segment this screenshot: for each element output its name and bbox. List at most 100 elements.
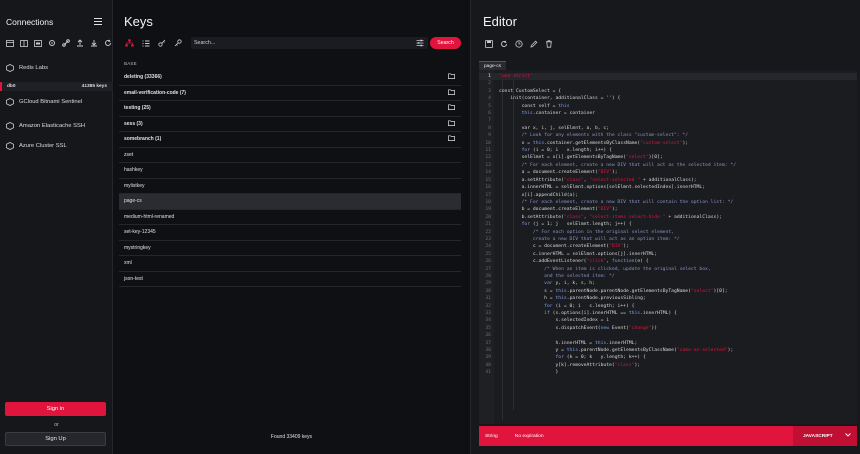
connection-name: GCloud Bitnami Sentinel: [19, 99, 83, 105]
key-name: sess (3): [124, 120, 143, 127]
folder-icon: [448, 135, 455, 143]
line-number: 16: [485, 185, 491, 191]
connection-item[interactable]: Redis Labs: [0, 62, 113, 74]
folder-row[interactable]: testing (25): [119, 101, 461, 117]
key-row[interactable]: mystringkey: [119, 241, 461, 256]
menu-icon[interactable]: [94, 18, 102, 25]
key-add-icon[interactable]: [157, 39, 166, 47]
folder-row[interactable]: sess (3): [119, 117, 461, 132]
folder-icon: [448, 104, 455, 112]
export-icon[interactable]: [75, 39, 84, 47]
base-label: BASE: [124, 61, 137, 66]
key-row[interactable]: medium-html-renamed: [119, 210, 461, 225]
code-token: c = document.createElement(: [499, 244, 610, 250]
search-input[interactable]: [194, 37, 394, 49]
code-token: for: [499, 355, 564, 361]
link-icon[interactable]: [61, 39, 70, 47]
filter-icon[interactable]: [416, 39, 424, 49]
add-cluster-icon[interactable]: [19, 39, 28, 47]
line-number: 29: [485, 281, 491, 287]
code-token: "DIV": [597, 170, 612, 176]
line-number: 5: [488, 103, 491, 109]
save-icon[interactable]: [485, 40, 493, 48]
code-token: (i = 0; i x.length; i++) {: [530, 148, 612, 154]
code-line: 19 b = document.createElement("DIV");: [479, 206, 736, 213]
key-name: somebranch (1): [124, 136, 162, 143]
code-line: 34 s.selectedIndex = i: [479, 317, 736, 324]
connection-item[interactable]: GCloud Bitnami Sentinel: [0, 96, 113, 108]
key-row[interactable]: hashkey: [119, 163, 461, 179]
line-number: 26: [485, 259, 491, 265]
line-number: 32: [485, 303, 491, 309]
tab-page-cs[interactable]: page-cs: [479, 61, 507, 70]
editor-panel: Editor page-cs 1 'use strict' 2 3 const Cus…: [470, 0, 860, 454]
code-line: 3 const CustomSelect = {: [479, 88, 736, 95]
code-token: )): [651, 325, 658, 331]
code-line: 39 for (k = 0; k y.length; k++) {: [479, 354, 736, 361]
code-token: a = document.createElement(: [499, 170, 598, 176]
add-sentinel-icon[interactable]: [33, 39, 42, 47]
tree-view-icon[interactable]: [125, 39, 134, 47]
key-row[interactable]: mylistkey: [119, 179, 461, 194]
code-token: (j = 1; j selElmnt.length; j++) {: [530, 222, 632, 228]
code-token: (s.options[i].innerHTML ==: [549, 311, 629, 316]
code-token: s =: [499, 288, 556, 294]
line-number: 10: [485, 140, 491, 146]
key-row[interactable]: page-cs: [119, 194, 461, 210]
refresh-icon[interactable]: [103, 39, 112, 47]
or-separator: or: [54, 422, 59, 428]
code-token: 'use strict': [499, 74, 533, 79]
code-token: h =: [499, 296, 556, 302]
code-line: 4 init(container, additionalClass = '') …: [479, 95, 736, 102]
code-line: 28 and the selected item: */: [479, 273, 736, 280]
code-line: 10 x = this.container.getElementsByClass…: [479, 140, 736, 147]
code-token: /* For each element, create a new DIV th…: [499, 162, 737, 168]
code-token: )[0];: [648, 155, 663, 161]
code-token: (k = 0; k y.length; k++) {: [563, 355, 646, 361]
list-view-icon[interactable]: [141, 39, 150, 47]
key-row[interactable]: set-key-12345: [119, 225, 461, 241]
code-token: /* For each option in the original selec…: [499, 229, 674, 235]
key-icon[interactable]: [173, 39, 182, 47]
code-token: this: [555, 288, 567, 294]
key-name: mystringkey: [124, 244, 151, 251]
folder-row[interactable]: somebranch (1): [119, 132, 461, 148]
folder-row[interactable]: email-verification-code (7): [119, 86, 461, 101]
code-line: 40 y[k].removeAttribute("class");: [479, 362, 736, 369]
delete-icon[interactable]: [545, 40, 553, 48]
database-row[interactable]: db0 41385 keys: [0, 82, 113, 91]
database-name: db0: [7, 84, 16, 89]
code-line: 2: [479, 80, 736, 87]
sign-in-button[interactable]: Sign in: [5, 402, 106, 416]
refresh-icon[interactable]: [500, 40, 508, 48]
sign-up-button[interactable]: Sign Up: [5, 432, 106, 446]
key-type: String: [485, 433, 498, 439]
add-connection-icon[interactable]: [5, 39, 14, 47]
code-editor[interactable]: 1 'use strict' 2 3 const CustomSelect = {4 …: [479, 70, 857, 424]
key-row[interactable]: json-test: [119, 272, 461, 287]
code-token: .parentNode.parentNode.getElementsByTagN…: [566, 288, 691, 294]
key-row[interactable]: zset: [119, 148, 461, 163]
code-token: a.innerHTML = selElmnt.options[selElmnt.…: [499, 185, 706, 191]
chevron-down-icon: [845, 433, 851, 439]
code-line: 6 this.container = container: [479, 110, 736, 117]
editor-title: Editor: [483, 14, 517, 29]
key-row[interactable]: xml: [119, 256, 461, 272]
line-number: 27: [485, 266, 491, 272]
ttl-clock-icon[interactable]: [515, 40, 523, 48]
connection-item[interactable]: Azure Cluster SSL: [0, 140, 113, 152]
language-select[interactable]: JAVASCRIPT: [793, 426, 857, 446]
line-number: 13: [485, 162, 491, 168]
edit-icon[interactable]: [530, 40, 538, 48]
folder-row[interactable]: deleting (33366): [119, 70, 461, 86]
line-number: 23: [485, 236, 491, 242]
code-line: 24 c = document.createElement("DIV");: [479, 243, 736, 250]
code-token: s.dispatchEvent(: [499, 325, 601, 331]
connection-item[interactable]: Amazon Elasticache SSH: [0, 120, 113, 132]
line-number: 14: [485, 170, 491, 176]
settings-icon[interactable]: [47, 39, 56, 47]
keys-panel: Keys Search BASE deleting (33366) email-v…: [114, 0, 469, 454]
code-token: );: [634, 362, 641, 368]
search-button[interactable]: Search: [430, 37, 461, 49]
import-icon[interactable]: [89, 39, 98, 47]
